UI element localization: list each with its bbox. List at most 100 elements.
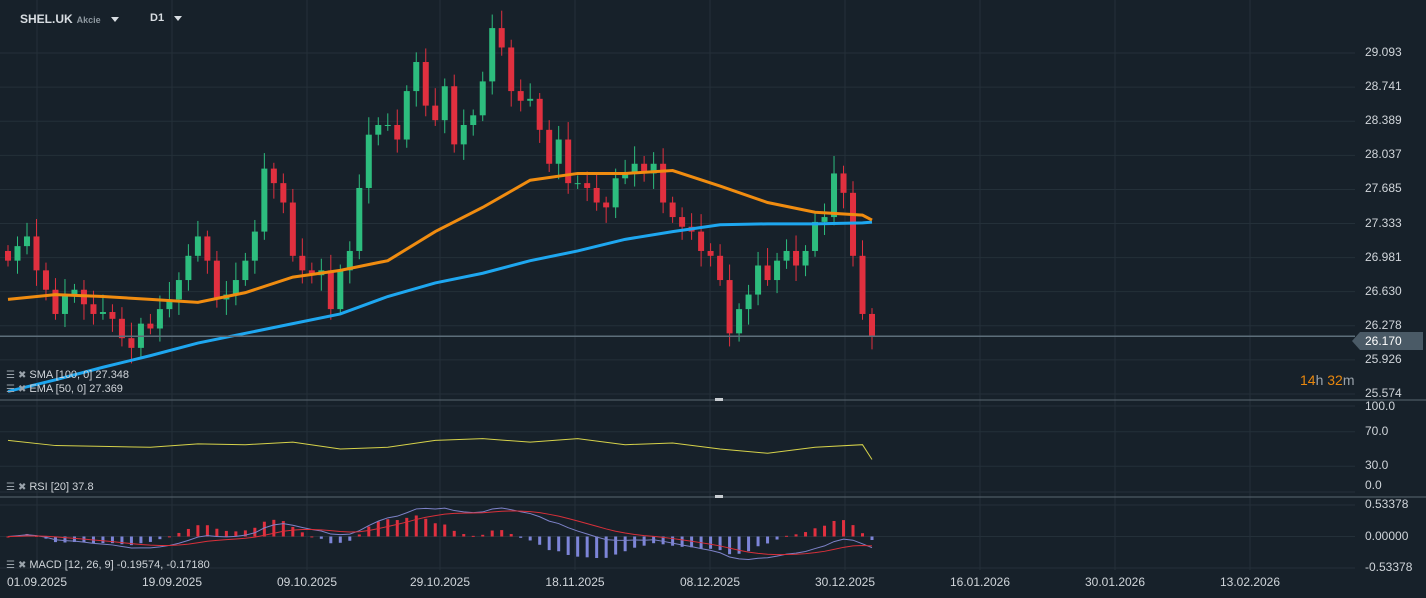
macd-histogram-bar	[357, 534, 361, 537]
settings-icon[interactable]: ☰	[6, 482, 15, 493]
rsi-label: RSI [20] 37.8	[29, 481, 94, 493]
macd-histogram-bar	[462, 534, 466, 537]
macd-histogram-bar	[671, 536, 675, 546]
macd-histogram-bar	[272, 519, 276, 537]
candle-body	[156, 309, 163, 329]
macd-histogram-bar	[386, 519, 390, 537]
macd-histogram-bar	[785, 535, 789, 537]
date-tick: 13.02.2026	[1219, 575, 1281, 589]
timeframe-selector[interactable]: D1	[150, 12, 183, 24]
symbol-label: SHEL.UK	[20, 12, 73, 26]
candle-body	[194, 236, 201, 256]
candle-body	[498, 28, 505, 48]
candle-body	[384, 124, 391, 126]
candle-body	[213, 260, 220, 300]
candle-body	[204, 236, 211, 261]
chart-canvas[interactable]	[0, 0, 1426, 598]
candle-body	[14, 246, 21, 261]
macd-histogram-bar	[433, 523, 437, 537]
asset-type-label: Akcie	[76, 15, 101, 25]
candle-body	[793, 250, 800, 266]
candle-body	[536, 98, 543, 130]
candle-body	[603, 202, 610, 208]
close-icon[interactable]: ✖	[18, 482, 26, 493]
candle-body	[90, 304, 97, 314]
macd-histogram-bar	[775, 536, 779, 540]
sma-label: SMA [100, 0] 27.348	[29, 369, 130, 381]
date-tick: 01.09.2025	[6, 575, 68, 589]
macd-histogram-bar	[500, 530, 504, 537]
candle-body	[489, 28, 496, 82]
rsi-legend: ☰ ✖ RSI [20] 37.8	[6, 481, 94, 493]
macd-histogram-bar	[747, 536, 751, 552]
candle-body	[232, 280, 239, 295]
macd-histogram-bar	[262, 521, 266, 537]
macd-histogram-bar	[291, 526, 295, 537]
close-icon[interactable]: ✖	[18, 560, 26, 571]
candle-body	[403, 91, 410, 140]
candle-body	[831, 173, 838, 218]
rsi-tick: 70.0	[1365, 423, 1389, 438]
candle-body	[574, 183, 581, 185]
close-icon[interactable]: ✖	[18, 370, 26, 381]
candle-body	[479, 81, 486, 116]
candle-body	[23, 236, 30, 247]
macd-histogram-bar	[766, 536, 770, 544]
timer-h: h	[1315, 372, 1324, 388]
price-tick: 28.741	[1365, 79, 1402, 94]
candle-body	[745, 294, 752, 310]
candle-body	[441, 86, 448, 121]
candle-body	[612, 178, 619, 208]
macd-tick: 0.00000	[1365, 528, 1409, 543]
macd-histogram-bar	[329, 536, 333, 544]
price-tick: 28.389	[1365, 113, 1402, 128]
rsi-tick: 100.0	[1365, 399, 1396, 413]
timer-minutes: 32	[1327, 372, 1343, 388]
candle-body	[42, 270, 49, 290]
date-tick: 09.10.2025	[276, 575, 338, 589]
price-tick: 28.037	[1365, 147, 1402, 162]
settings-icon[interactable]: ☰	[6, 560, 15, 571]
ema-label: EMA [50, 0] 27.369	[29, 383, 123, 395]
macd-histogram-bar	[319, 536, 323, 539]
macd-legend: ☰ ✖ MACD [12, 26, 9] -0.19574, -0.17180	[6, 559, 210, 571]
candle-body	[707, 250, 714, 256]
candle-body	[774, 260, 781, 281]
macd-histogram-bar	[443, 524, 447, 537]
candle-body	[356, 187, 363, 251]
macd-histogram-bar	[367, 526, 371, 537]
macd-histogram-bar	[300, 532, 304, 537]
candle-body	[128, 338, 135, 348]
macd-histogram-bar	[842, 520, 846, 537]
macd-histogram-bar	[851, 525, 855, 537]
date-tick: 16.01.2026	[949, 575, 1011, 589]
macd-histogram-bar	[148, 536, 152, 542]
symbol-selector[interactable]: SHEL.UK Akcie	[20, 12, 119, 26]
macd-histogram-bar	[471, 535, 475, 537]
macd-histogram-bar	[737, 536, 741, 554]
candle-body	[280, 183, 287, 203]
chevron-down-icon[interactable]	[110, 17, 119, 23]
chevron-down-icon[interactable]	[174, 15, 183, 21]
candle-body	[669, 202, 676, 218]
settings-icon[interactable]: ☰	[6, 370, 15, 381]
candle-body	[33, 236, 40, 271]
date-tick: 18.11.2025	[545, 575, 605, 589]
candle-body	[764, 265, 771, 281]
macd-histogram-bar	[566, 536, 570, 555]
candle-body	[821, 217, 828, 222]
macd-histogram-bar	[823, 525, 827, 537]
candle-body	[375, 124, 382, 135]
candle-body	[432, 105, 439, 121]
macd-histogram-bar	[728, 536, 732, 555]
candle-body	[470, 115, 477, 125]
price-tick: 26.630	[1365, 283, 1402, 298]
rsi-tick: 0.0	[1365, 478, 1382, 492]
price-tick: 27.685	[1365, 181, 1402, 196]
price-tick: 29.093	[1365, 45, 1402, 59]
macd-histogram-bar	[813, 528, 817, 537]
close-icon[interactable]: ✖	[18, 384, 26, 395]
macd-histogram-bar	[538, 536, 542, 545]
timer-hours: 14	[1300, 372, 1316, 388]
settings-icon[interactable]: ☰	[6, 384, 15, 395]
